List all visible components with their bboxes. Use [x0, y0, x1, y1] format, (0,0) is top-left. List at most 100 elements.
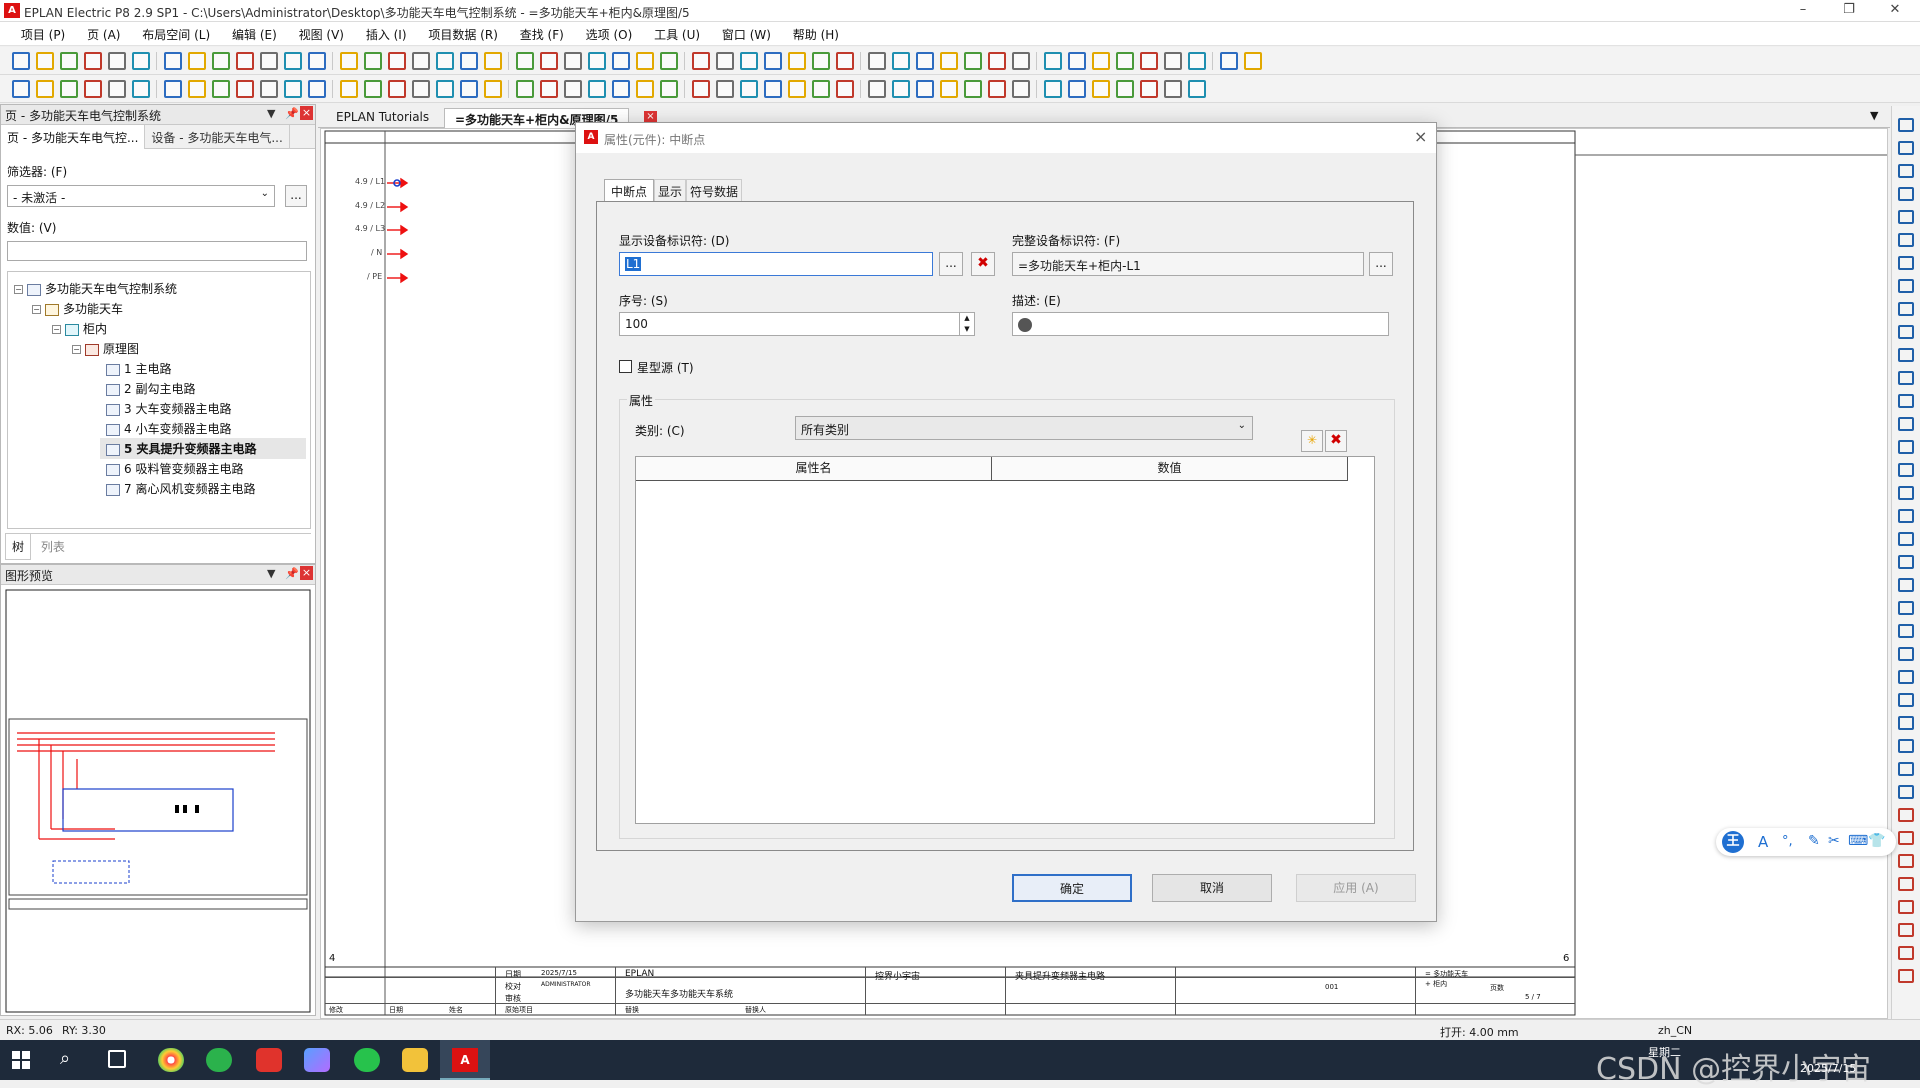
- symbol-insert-icon[interactable]: [1898, 785, 1914, 799]
- symbol-insert-icon[interactable]: [1898, 854, 1914, 868]
- menu-tools[interactable]: 工具 (U): [645, 22, 709, 47]
- secondary-tool-icon[interactable]: [692, 80, 710, 98]
- ok-button[interactable]: 确定: [1012, 874, 1132, 902]
- symbol-insert-icon[interactable]: [1898, 831, 1914, 845]
- display-dt-input[interactable]: L1: [619, 252, 933, 276]
- main-tool-icon[interactable]: [1188, 52, 1206, 70]
- tree-page-3[interactable]: 3 大车变频器主电路: [106, 400, 231, 417]
- secondary-tool-icon[interactable]: [460, 80, 478, 98]
- secondary-tool-icon[interactable]: [988, 80, 1006, 98]
- symbol-insert-icon[interactable]: [1898, 969, 1914, 983]
- tab-list[interactable]: 列表: [35, 534, 71, 559]
- pin-icon[interactable]: 📌: [285, 107, 299, 120]
- symbol-insert-icon[interactable]: [1898, 900, 1914, 914]
- symbol-insert-icon[interactable]: [1898, 486, 1914, 500]
- star-source-checkbox[interactable]: [619, 360, 632, 373]
- close-panel-icon[interactable]: ×: [300, 566, 313, 580]
- symbol-insert-icon[interactable]: [1898, 946, 1914, 960]
- main-tool-icon[interactable]: [740, 52, 758, 70]
- menu-page[interactable]: 页 (A): [78, 22, 129, 47]
- symbol-insert-icon[interactable]: [1898, 371, 1914, 385]
- symbol-insert-icon[interactable]: [1898, 624, 1914, 638]
- main-tool-icon[interactable]: [764, 52, 782, 70]
- secondary-tool-icon[interactable]: [1044, 80, 1062, 98]
- secondary-tool-icon[interactable]: [1164, 80, 1182, 98]
- ime-handwrite-icon[interactable]: ✎: [1808, 833, 1820, 849]
- main-tool-icon[interactable]: [988, 52, 1006, 70]
- secondary-tool-icon[interactable]: [588, 80, 606, 98]
- secondary-tool-icon[interactable]: [36, 80, 54, 98]
- main-tool-icon[interactable]: [188, 52, 206, 70]
- seq-spinner[interactable]: ▲ ▼: [959, 313, 974, 335]
- tab-interruption-point[interactable]: 中断点: [604, 179, 655, 203]
- main-tool-icon[interactable]: [1012, 52, 1030, 70]
- seq-input[interactable]: 100: [619, 312, 975, 336]
- close-window-button[interactable]: ✕: [1872, 0, 1918, 22]
- main-tool-icon[interactable]: [364, 52, 382, 70]
- filter-select[interactable]: - 未激活 - ⌄: [7, 185, 275, 207]
- main-tool-icon[interactable]: [164, 52, 182, 70]
- main-tool-icon[interactable]: [284, 52, 302, 70]
- menu-project-data[interactable]: 项目数据 (R): [419, 22, 507, 47]
- main-tool-icon[interactable]: [340, 52, 358, 70]
- ime-font-icon[interactable]: A: [1758, 833, 1768, 851]
- tree-page-7[interactable]: 7 离心风机变频器主电路: [106, 480, 255, 497]
- symbol-insert-icon[interactable]: [1898, 325, 1914, 339]
- symbol-insert-icon[interactable]: [1898, 532, 1914, 546]
- secondary-tool-icon[interactable]: [212, 80, 230, 98]
- main-tool-icon[interactable]: [788, 52, 806, 70]
- symbol-insert-icon[interactable]: [1898, 210, 1914, 224]
- symbol-insert-icon[interactable]: [1898, 187, 1914, 201]
- secondary-tool-icon[interactable]: [188, 80, 206, 98]
- main-tool-icon[interactable]: [1044, 52, 1062, 70]
- restore-button[interactable]: ❐: [1826, 0, 1872, 22]
- main-tool-icon[interactable]: [36, 52, 54, 70]
- symbol-insert-icon[interactable]: [1898, 762, 1914, 776]
- secondary-tool-icon[interactable]: [764, 80, 782, 98]
- main-tool-icon[interactable]: [940, 52, 958, 70]
- wps-icon[interactable]: [256, 1048, 282, 1072]
- secondary-tool-icon[interactable]: [716, 80, 734, 98]
- main-tool-icon[interactable]: [564, 52, 582, 70]
- panel-menu-icon[interactable]: ▼: [267, 107, 275, 120]
- ime-keyboard-icon[interactable]: ⌨: [1848, 833, 1868, 849]
- main-tool-icon[interactable]: [636, 52, 654, 70]
- tree-page-4[interactable]: 4 小车变频器主电路: [106, 420, 231, 437]
- secondary-tool-icon[interactable]: [236, 80, 254, 98]
- ai-app-icon[interactable]: [304, 1048, 330, 1072]
- secondary-tool-icon[interactable]: [940, 80, 958, 98]
- secondary-tool-icon[interactable]: [412, 80, 430, 98]
- col-header-property-name[interactable]: 属性名: [636, 457, 992, 481]
- main-tool-icon[interactable]: [812, 52, 830, 70]
- secondary-tool-icon[interactable]: [892, 80, 910, 98]
- panel-menu-icon[interactable]: ▼: [267, 567, 275, 580]
- secondary-tool-icon[interactable]: [60, 80, 78, 98]
- symbol-insert-icon[interactable]: [1898, 877, 1914, 891]
- display-dt-clear-button[interactable]: ✖: [971, 252, 995, 276]
- symbol-insert-icon[interactable]: [1898, 118, 1914, 132]
- symbol-insert-icon[interactable]: [1898, 739, 1914, 753]
- windows-start-icon[interactable]: [12, 1051, 30, 1069]
- secondary-tool-icon[interactable]: [868, 80, 886, 98]
- collapse-icon[interactable]: −: [52, 325, 61, 334]
- main-tool-icon[interactable]: [588, 52, 606, 70]
- main-tool-icon[interactable]: [484, 52, 502, 70]
- symbol-insert-icon[interactable]: [1898, 141, 1914, 155]
- full-dt-input[interactable]: =多功能天车+柜内-L1: [1012, 252, 1364, 276]
- close-panel-icon[interactable]: ×: [300, 106, 313, 120]
- wechat-icon[interactable]: [354, 1048, 380, 1072]
- main-tool-icon[interactable]: [412, 52, 430, 70]
- symbol-insert-icon[interactable]: [1898, 302, 1914, 316]
- main-tool-icon[interactable]: [692, 52, 710, 70]
- secondary-tool-icon[interactable]: [1116, 80, 1134, 98]
- secondary-tool-icon[interactable]: [260, 80, 278, 98]
- secondary-tool-icon[interactable]: [308, 80, 326, 98]
- secondary-tool-icon[interactable]: [812, 80, 830, 98]
- symbol-insert-icon[interactable]: [1898, 440, 1914, 454]
- secondary-tool-icon[interactable]: [540, 80, 558, 98]
- secondary-tool-icon[interactable]: [132, 80, 150, 98]
- menu-insert[interactable]: 插入 (I): [357, 22, 416, 47]
- secondary-tool-icon[interactable]: [484, 80, 502, 98]
- file-explorer-icon[interactable]: [402, 1048, 428, 1072]
- symbol-insert-icon[interactable]: [1898, 233, 1914, 247]
